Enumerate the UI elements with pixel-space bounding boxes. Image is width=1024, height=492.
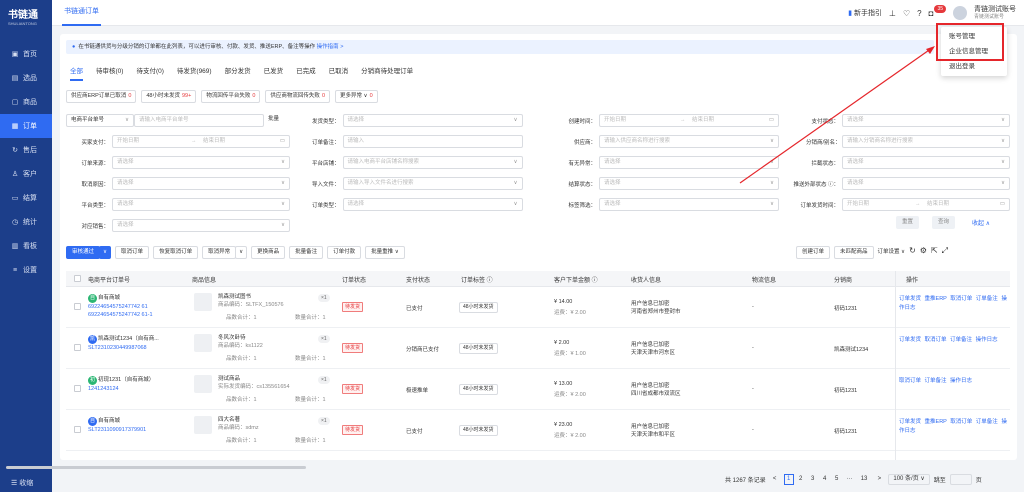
dropdown-item-2[interactable]: 退出登录 — [941, 59, 1007, 74]
annotation-highlight-box — [936, 23, 1004, 61]
annotation-arrow — [739, 46, 935, 184]
